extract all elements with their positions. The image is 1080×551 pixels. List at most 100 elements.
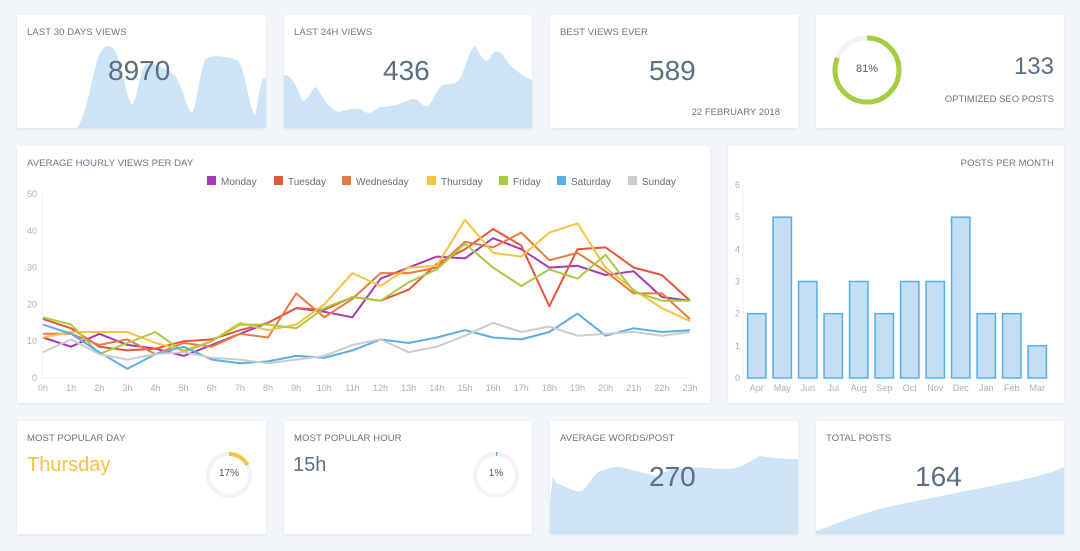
- y-tick-label: 3: [735, 277, 740, 287]
- seo-value: 133: [1013, 53, 1054, 80]
- x-tick-label: 12h: [373, 383, 388, 393]
- y-tick-label: 0: [32, 373, 37, 383]
- legend-swatch: [274, 176, 283, 185]
- last-30-days-value: 8970: [108, 55, 171, 86]
- bar-feb: [1001, 312, 1022, 379]
- posts-per-month-card: POSTS PER MONTH 0 1 2 3 4 5 6 Apr May Jun Jul Aug Se…: [728, 146, 1064, 403]
- legend-item-wednesday[interactable]: Wednesday: [342, 176, 409, 188]
- best-views-date: 22 FEBRUARY 2018: [691, 107, 780, 118]
- x-tick-label: 20h: [598, 383, 613, 393]
- y-tick-label: 30: [27, 263, 37, 273]
- x-tick-label: 23h: [682, 383, 697, 393]
- legend-item-tuesday[interactable]: Tuesday: [274, 176, 326, 188]
- x-tick-label: 14h: [429, 383, 444, 393]
- legend-label: Thursday: [441, 177, 483, 188]
- x-tick-label: 16h: [486, 383, 501, 393]
- y-tick-label: 1: [735, 341, 740, 351]
- x-tick-label: 10h: [317, 383, 332, 393]
- y-tick-label: 4: [735, 244, 740, 254]
- legend-item-sunday[interactable]: Sunday: [628, 176, 676, 188]
- hourly-views-card: AVERAGE HOURLY VIEWS PER DAY 0 10 20 30 40 50…: [17, 146, 710, 403]
- seo-percent: 81%: [855, 63, 879, 75]
- legend-label: Friday: [513, 177, 541, 188]
- x-tick-label: Mar: [1030, 383, 1046, 393]
- bar-aug: [848, 280, 869, 379]
- y-tick-label: 10: [27, 336, 37, 346]
- x-tick-label: 17h: [514, 383, 529, 393]
- bar-mar: [1027, 345, 1048, 379]
- legend-swatch: [207, 176, 216, 185]
- bar-nov: [925, 280, 946, 379]
- legend-swatch: [557, 176, 566, 185]
- legend-swatch: [628, 176, 637, 185]
- card-title: TOTAL POSTS: [826, 433, 892, 444]
- chart-title: AVERAGE HOURLY VIEWS PER DAY: [27, 158, 194, 169]
- legend-item-friday[interactable]: Friday: [499, 176, 541, 188]
- x-tick-label: 3h: [122, 383, 132, 393]
- last-24h-card: LAST 24H VIEWS 436: [284, 15, 532, 128]
- avg-words-card: AVERAGE WORDS/POST 270: [550, 421, 798, 534]
- total-posts-card: TOTAL POSTS 164: [816, 421, 1064, 534]
- x-tick-label: Jun: [800, 383, 815, 393]
- popular-hour-card: MOST POPULAR HOUR 15h 1%: [284, 421, 532, 534]
- card-title: BEST VIEWS EVER: [560, 27, 648, 38]
- last-30-days-card: LAST 30 DAYS VIEWS 8970: [17, 15, 266, 128]
- y-tick-label: 2: [735, 309, 740, 319]
- chart-title: POSTS PER MONTH: [960, 158, 1054, 169]
- bar-jun: [797, 280, 818, 379]
- total-posts-value: 164: [915, 461, 962, 492]
- x-tick-label: Aug: [851, 383, 867, 393]
- x-tick-label: 7h: [235, 383, 245, 393]
- x-tick-label: Feb: [1004, 383, 1020, 393]
- seo-label: OPTIMIZED SEO POSTS: [944, 94, 1054, 105]
- legend-item-monday[interactable]: Monday: [207, 176, 257, 188]
- x-tick-label: Jul: [827, 383, 839, 393]
- legend-item-thursday[interactable]: Thursday: [427, 176, 483, 188]
- x-tick-label: 15h: [457, 383, 472, 393]
- y-tick-label: 6: [735, 180, 740, 190]
- card-title: LAST 30 DAYS VIEWS: [27, 27, 127, 38]
- x-tick-label: 6h: [207, 383, 217, 393]
- popular-day-percent: 17%: [218, 468, 239, 479]
- x-tick-label: 2h: [94, 383, 104, 393]
- card-title: AVERAGE WORDS/POST: [560, 433, 675, 444]
- x-tick-label: Nov: [927, 383, 944, 393]
- bar-jan: [976, 312, 997, 379]
- legend-label: Wednesday: [356, 177, 409, 188]
- popular-day-value: Thursday: [27, 454, 111, 476]
- seo-card: 81% 133 OPTIMIZED SEO POSTS: [816, 15, 1064, 128]
- y-tick-label: 40: [27, 226, 37, 236]
- x-tick-label: 8h: [263, 383, 273, 393]
- series-line-wednesday: [43, 231, 691, 356]
- card-title: MOST POPULAR HOUR: [294, 433, 402, 444]
- popular-hour-percent: 1%: [488, 468, 504, 479]
- card-title: MOST POPULAR DAY: [27, 433, 126, 444]
- x-tick-label: 18h: [542, 383, 557, 393]
- last-24h-value: 436: [383, 55, 430, 86]
- x-tick-label: 0h: [38, 383, 48, 393]
- bar-sep: [874, 312, 895, 379]
- best-views-value: 589: [649, 55, 696, 86]
- legend-swatch: [342, 176, 351, 185]
- bar-dec: [950, 216, 971, 379]
- x-tick-label: Oct: [903, 383, 918, 393]
- series-line-friday: [42, 242, 690, 356]
- x-tick-label: Apr: [750, 383, 764, 393]
- legend-swatch: [499, 176, 508, 185]
- legend-swatch: [427, 176, 436, 185]
- y-tick-label: 20: [27, 299, 37, 309]
- x-tick-label: 21h: [626, 383, 641, 393]
- x-tick-label: May: [774, 383, 792, 393]
- x-tick-label: 11h: [345, 383, 359, 393]
- x-tick-label: Jan: [979, 383, 994, 393]
- popular-day-card: MOST POPULAR DAY Thursday 17%: [17, 421, 266, 534]
- bar-apr: [746, 312, 767, 379]
- posts-per-month-chart: 0 1 2 3 4 5 6 Apr May Jun Jul Aug Sep Oct Nov Dec Jan Feb…: [735, 180, 1050, 393]
- x-tick-label: Dec: [953, 383, 970, 393]
- x-tick-label: 4h: [151, 383, 161, 393]
- x-tick-label: 22h: [654, 383, 669, 393]
- legend-item-saturday[interactable]: Saturday: [557, 176, 611, 188]
- y-tick-label: 50: [27, 189, 37, 199]
- legend-label: Sunday: [642, 177, 676, 188]
- x-tick-label: 13h: [401, 383, 416, 393]
